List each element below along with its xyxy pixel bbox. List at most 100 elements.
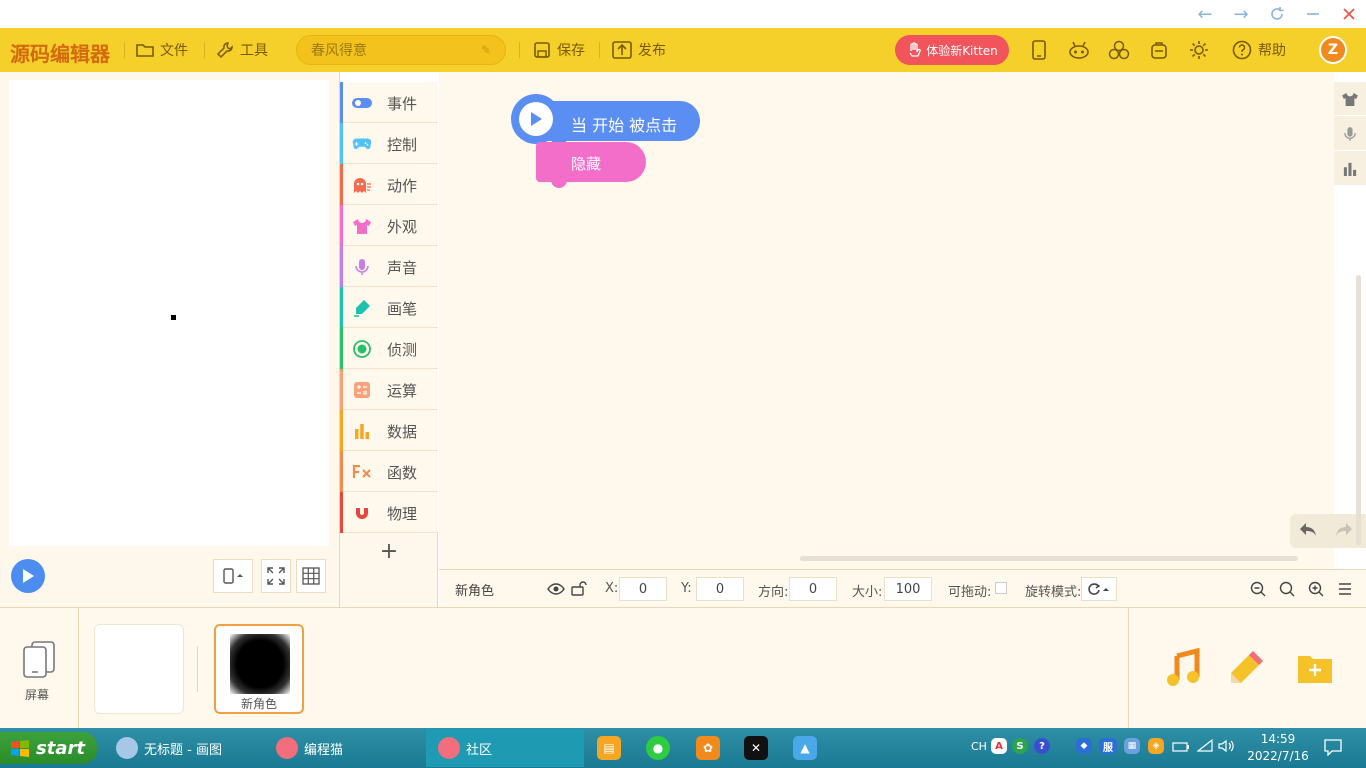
minimize-icon[interactable] xyxy=(1298,2,1328,26)
hexagons-icon[interactable] xyxy=(1108,39,1130,61)
stage-canvas[interactable] xyxy=(9,80,329,546)
paint-icon xyxy=(116,737,138,759)
rotation-mode-select[interactable] xyxy=(1081,577,1117,601)
start-label: start xyxy=(36,737,85,759)
notification-icon[interactable] xyxy=(1324,738,1342,760)
asset-tools xyxy=(1128,608,1366,729)
app-logo[interactable]: 源码编辑器 xyxy=(10,38,110,67)
taskbar-item-codemao[interactable]: 编程猫 xyxy=(264,729,420,767)
category-operators[interactable]: 运算 xyxy=(340,369,438,410)
run-button[interactable] xyxy=(11,559,45,593)
category-pen[interactable]: 画笔 xyxy=(340,287,438,328)
add-folder-icon[interactable] xyxy=(1297,652,1333,688)
category-color-bar xyxy=(340,492,343,533)
zoom-in-icon[interactable] xyxy=(1303,577,1329,601)
input-language[interactable]: CH xyxy=(971,740,987,753)
hide-block-label: 隐藏 xyxy=(571,155,602,173)
security-tray-icon[interactable]: ◈ xyxy=(1148,738,1164,754)
save-button[interactable]: 保存 xyxy=(533,28,585,72)
bar-chart-icon xyxy=(352,422,372,440)
settings-app-icon[interactable]: ✿ xyxy=(696,736,720,760)
horizontal-scrollbar[interactable] xyxy=(800,556,1298,561)
device-mode-button[interactable] xyxy=(213,559,253,593)
y-input[interactable]: 0 xyxy=(696,577,744,601)
phone-icon[interactable] xyxy=(1028,39,1050,61)
arrow-right-icon[interactable]: → xyxy=(1226,2,1256,26)
arrow-left-icon[interactable]: ← xyxy=(1190,2,1220,26)
category-sound[interactable]: 声音 xyxy=(340,246,438,287)
system-clock[interactable]: 14:59 2022/7/16 xyxy=(1240,731,1316,765)
category-data[interactable]: 数据 xyxy=(340,410,438,451)
try-kitten-button[interactable]: 体验新Kitten xyxy=(895,35,1009,65)
menu-icon[interactable] xyxy=(1332,577,1358,601)
function-icon xyxy=(352,463,372,481)
music-icon[interactable] xyxy=(1163,647,1203,692)
bar-chart-icon[interactable] xyxy=(1334,152,1366,186)
user-avatar[interactable]: Z xyxy=(1319,36,1347,64)
zoom-out-icon[interactable] xyxy=(1245,577,1271,601)
category-motion[interactable]: 动作 xyxy=(340,164,438,205)
taskbar-item-community[interactable]: 社区 xyxy=(426,729,584,767)
redo-icon[interactable] xyxy=(1334,521,1354,543)
x-input[interactable]: 0 xyxy=(619,577,667,601)
unlock-icon[interactable] xyxy=(571,581,587,600)
shirt-icon[interactable] xyxy=(1334,82,1366,116)
publish-button[interactable]: 发布 xyxy=(612,28,666,72)
network-tray-icon[interactable]: ▦ xyxy=(1124,738,1140,754)
rotate-icon xyxy=(1088,583,1109,595)
category-color-bar xyxy=(340,246,343,287)
draggable-checkbox[interactable] xyxy=(995,582,1007,594)
size-input[interactable]: 100 xyxy=(884,577,932,601)
eye-icon[interactable] xyxy=(547,582,565,600)
category-label: 画笔 xyxy=(387,300,418,318)
vertical-scrollbar[interactable] xyxy=(1356,275,1361,545)
direction-input[interactable]: 0 xyxy=(789,577,837,601)
taskbar-item-label: 编程猫 xyxy=(304,742,344,758)
gear-icon[interactable] xyxy=(1188,39,1210,61)
undo-icon[interactable] xyxy=(1298,521,1318,543)
screen-section[interactable]: 屏幕 xyxy=(0,608,79,729)
pencil-icon[interactable] xyxy=(1227,648,1267,692)
backpack-icon[interactable] xyxy=(1148,39,1170,61)
capcut-icon[interactable]: ✕ xyxy=(744,736,768,760)
taskbar-item-paint[interactable]: 无标题 - 画图 xyxy=(104,729,256,767)
category-control[interactable]: 控制 xyxy=(340,123,438,164)
category-color-bar xyxy=(340,287,343,328)
wifi-icon[interactable] xyxy=(1196,738,1213,757)
category-events[interactable]: 事件 xyxy=(340,82,438,123)
file-menu-button[interactable]: 文件 xyxy=(136,28,188,72)
category-looks[interactable]: 外观 xyxy=(340,205,438,246)
help-tray-icon[interactable]: ? xyxy=(1034,738,1050,754)
tools-menu-button[interactable]: 工具 xyxy=(216,28,268,72)
stage-sprite[interactable] xyxy=(171,315,176,320)
volume-icon[interactable] xyxy=(1218,739,1236,757)
shield-tray-icon[interactable]: ◆ xyxy=(1076,738,1092,754)
battery-icon[interactable] xyxy=(1172,741,1190,757)
category-color-bar xyxy=(340,369,343,410)
publish-label: 发布 xyxy=(638,43,666,59)
sprite-card[interactable]: 新角色 xyxy=(214,624,304,714)
zoom-reset-icon[interactable] xyxy=(1274,577,1300,601)
magnet-icon xyxy=(352,504,372,522)
close-icon[interactable] xyxy=(1334,2,1364,26)
service-tray-icon[interactable]: 服 xyxy=(1099,738,1117,754)
help-button[interactable]: 帮助 xyxy=(1232,28,1286,72)
screen-label: 屏幕 xyxy=(25,688,50,702)
refresh-icon[interactable] xyxy=(1262,2,1292,26)
background-card[interactable] xyxy=(94,624,184,714)
wechat-icon[interactable]: ● xyxy=(646,736,670,760)
photos-app-icon[interactable]: ▲ xyxy=(793,736,817,760)
add-extension-button[interactable]: + xyxy=(340,539,438,567)
sogou-tray-icon[interactable]: S xyxy=(1012,738,1028,754)
category-physics[interactable]: 物理 xyxy=(340,492,438,533)
category-functions[interactable]: 函数 xyxy=(340,451,438,492)
files-app-icon[interactable]: ▤ xyxy=(597,736,621,760)
pdf-tray-icon[interactable]: A xyxy=(991,738,1007,754)
grid-icon[interactable] xyxy=(296,559,326,593)
category-sensing[interactable]: 侦测 xyxy=(340,328,438,369)
start-button[interactable]: start xyxy=(0,732,97,764)
fullscreen-icon[interactable] xyxy=(261,559,291,593)
robot-icon[interactable] xyxy=(1068,39,1090,61)
project-name-input[interactable]: 春风得意 ✎ xyxy=(296,35,506,65)
microphone-icon[interactable] xyxy=(1334,117,1366,151)
